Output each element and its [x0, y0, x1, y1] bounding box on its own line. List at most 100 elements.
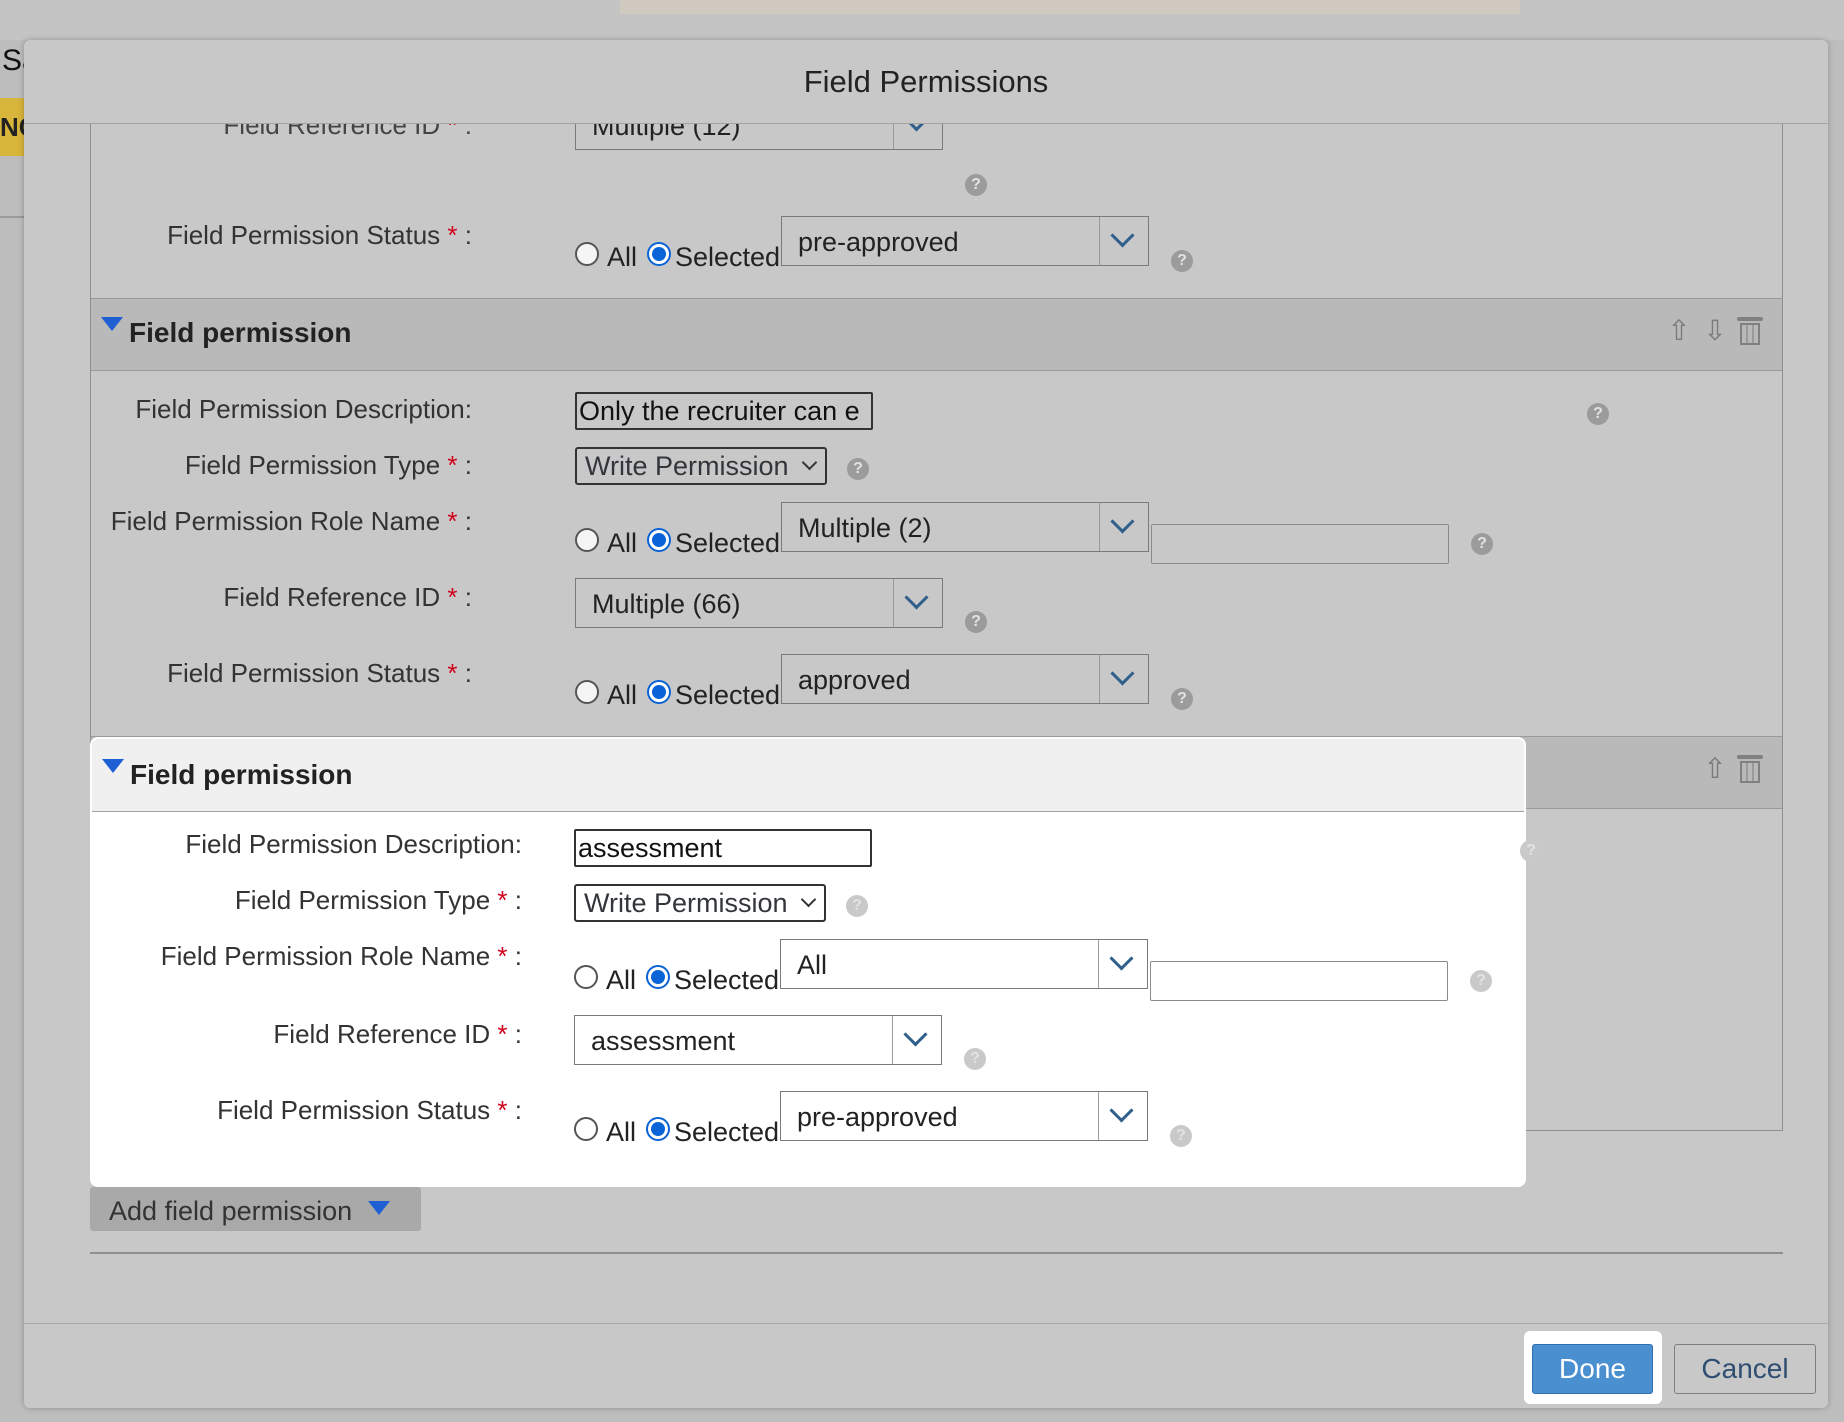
- chevron-down-icon: [801, 454, 818, 471]
- role-name-text-input[interactable]: [1151, 524, 1449, 564]
- combo-dropdown-button[interactable]: [1098, 940, 1147, 988]
- field-permissions-dialog: Field Permissions Field Reference ID * :…: [24, 40, 1828, 1408]
- help-icon[interactable]: ?: [1520, 840, 1542, 862]
- help-icon[interactable]: ?: [1171, 688, 1193, 710]
- move-down-icon[interactable]: ⇩: [1699, 315, 1731, 347]
- collapse-triangle-icon[interactable]: [101, 317, 123, 331]
- help-icon[interactable]: ?: [1171, 250, 1193, 272]
- help-icon[interactable]: ?: [965, 611, 987, 633]
- role-radio-all[interactable]: [574, 965, 598, 989]
- role-radio-selected[interactable]: [647, 528, 671, 552]
- combo-dropdown-button[interactable]: [893, 124, 942, 149]
- partial-reference-id-value: Multiple (12): [592, 124, 741, 141]
- status-combo[interactable]: approved: [781, 654, 1149, 704]
- help-icon[interactable]: ?: [1587, 403, 1609, 425]
- section-title: Field permission: [130, 759, 353, 790]
- role-name-value: All: [797, 950, 828, 980]
- radio-selected-label: Selected: [675, 242, 781, 272]
- chevron-down-icon: [1109, 946, 1134, 971]
- status-label: Field Permission Status * :: [167, 658, 472, 688]
- chevron-down-icon: [903, 1022, 928, 1047]
- chevron-down-icon: [1110, 661, 1135, 686]
- reference-id-label: Field Reference ID * :: [223, 582, 472, 612]
- dialog-content[interactable]: Field Reference ID * : Multiple (12) ? F…: [24, 124, 1828, 1366]
- chevron-down-icon: [904, 585, 929, 610]
- trash-icon[interactable]: [1737, 315, 1763, 345]
- role-name-text-input[interactable]: [1150, 961, 1448, 1001]
- combo-dropdown-button[interactable]: [1098, 1092, 1147, 1140]
- reference-id-label: Field Reference ID * :: [273, 1019, 522, 1049]
- status-value: approved: [798, 665, 911, 695]
- help-icon[interactable]: ?: [847, 458, 869, 480]
- permission-type-value: Write Permission: [584, 888, 788, 918]
- add-field-permission-label: Add field permission: [109, 1196, 353, 1226]
- move-up-icon[interactable]: ⇧: [1663, 315, 1695, 347]
- status-value: pre-approved: [797, 1102, 958, 1132]
- partial-status-combo[interactable]: pre-approved: [781, 216, 1149, 266]
- radio-all-label: All: [607, 242, 638, 272]
- help-icon[interactable]: ?: [1170, 1125, 1192, 1147]
- reference-id-combo[interactable]: Multiple (66): [575, 578, 943, 628]
- combo-dropdown-button[interactable]: [1099, 217, 1148, 265]
- type-label: Field Permission Type * :: [234, 885, 522, 915]
- background-divider: [0, 216, 24, 218]
- description-input[interactable]: assessment: [574, 829, 872, 867]
- status-label: Field Permission Status * :: [217, 1095, 522, 1125]
- combo-dropdown-button[interactable]: [1099, 503, 1148, 551]
- role-name-label: Field Permission Role Name * :: [110, 506, 472, 536]
- help-icon[interactable]: ?: [964, 1048, 986, 1070]
- partial-status-value: pre-approved: [798, 227, 959, 257]
- move-up-icon[interactable]: ⇧: [1699, 753, 1731, 785]
- combo-dropdown-button[interactable]: [892, 1016, 941, 1064]
- reference-id-value: Multiple (66): [592, 589, 741, 619]
- permission-type-select[interactable]: Write Permission: [574, 884, 826, 922]
- trash-icon[interactable]: [1737, 753, 1763, 783]
- chevron-down-icon: [1110, 223, 1135, 248]
- radio-all-label: All: [607, 528, 638, 558]
- radio-all-label: All: [607, 680, 638, 710]
- help-icon[interactable]: ?: [1471, 533, 1493, 555]
- section-header-1[interactable]: Field permission ⇧ ⇩: [91, 298, 1782, 371]
- partial-status-radio-selected[interactable]: [647, 242, 671, 266]
- role-radio-selected[interactable]: [646, 965, 670, 989]
- description-input[interactable]: Only the recruiter can e: [575, 392, 873, 430]
- radio-selected-label: Selected: [675, 528, 781, 558]
- status-radio-all[interactable]: [574, 1117, 598, 1141]
- role-name-label: Field Permission Role Name * :: [160, 941, 522, 971]
- partial-status-radio-all[interactable]: [575, 242, 599, 266]
- status-radio-all[interactable]: [575, 680, 599, 704]
- done-button[interactable]: Done: [1532, 1344, 1653, 1394]
- role-radio-all[interactable]: [575, 528, 599, 552]
- cancel-button[interactable]: Cancel: [1674, 1344, 1816, 1394]
- role-name-combo[interactable]: All: [780, 939, 1148, 989]
- combo-dropdown-button[interactable]: [893, 579, 942, 627]
- status-combo[interactable]: pre-approved: [780, 1091, 1148, 1141]
- partial-reference-id-combo[interactable]: Multiple (12): [575, 124, 943, 150]
- description-label: Field Permission Description:: [135, 394, 472, 424]
- permission-type-select[interactable]: Write Permission: [575, 447, 827, 485]
- help-icon[interactable]: ?: [965, 174, 987, 196]
- reference-id-value: assessment: [591, 1026, 736, 1056]
- content-separator: [90, 1252, 1783, 1254]
- radio-selected-label: Selected: [675, 680, 781, 710]
- combo-dropdown-button[interactable]: [1099, 655, 1148, 703]
- chevron-down-icon: [904, 124, 929, 132]
- radio-selected-label: Selected: [674, 965, 780, 995]
- role-name-combo[interactable]: Multiple (2): [781, 502, 1149, 552]
- section-header-2[interactable]: Field permission: [92, 739, 1524, 812]
- help-icon[interactable]: ?: [1470, 970, 1492, 992]
- add-field-permission-button[interactable]: Add field permission: [90, 1187, 421, 1231]
- partial-status-label: Field Permission Status * :: [167, 220, 472, 250]
- permission-type-value: Write Permission: [585, 451, 789, 481]
- dropdown-triangle-icon: [368, 1201, 390, 1215]
- status-radio-selected[interactable]: [646, 1117, 670, 1141]
- chevron-down-icon: [1109, 1098, 1134, 1123]
- description-label: Field Permission Description:: [185, 829, 522, 859]
- radio-selected-label: Selected: [674, 1117, 780, 1147]
- collapse-triangle-icon[interactable]: [102, 759, 124, 773]
- status-radio-selected[interactable]: [647, 680, 671, 704]
- reference-id-combo[interactable]: assessment: [574, 1015, 942, 1065]
- dialog-title: Field Permissions: [24, 40, 1828, 124]
- radio-all-label: All: [606, 965, 637, 995]
- help-icon[interactable]: ?: [846, 895, 868, 917]
